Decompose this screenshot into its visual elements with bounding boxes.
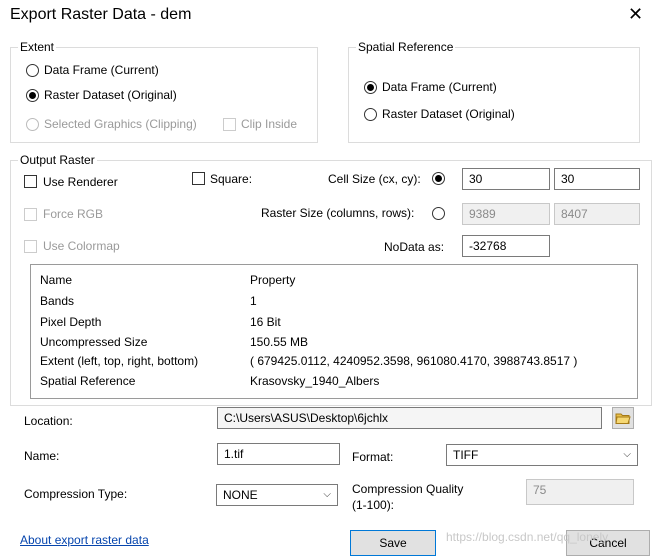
format-label: Format:	[352, 450, 394, 464]
nodata-input[interactable]: -32768	[462, 235, 550, 257]
format-select-value: TIFF	[453, 448, 479, 462]
row-pixel-depth-name: Pixel Depth	[40, 315, 102, 329]
row-bands-value: 1	[250, 294, 257, 308]
spatial-reference-group	[348, 47, 640, 143]
compression-type-value: NONE	[223, 488, 258, 502]
extent-data-frame-label[interactable]: Data Frame (Current)	[44, 63, 159, 77]
sr-raster-dataset-radio[interactable]	[364, 108, 377, 121]
force-rgb-checkbox[interactable]	[24, 208, 37, 221]
raster-size-label: Raster Size (columns, rows):	[261, 206, 415, 220]
sr-raster-dataset-label[interactable]: Raster Dataset (Original)	[382, 107, 515, 121]
square-checkbox[interactable]	[192, 172, 205, 185]
compression-quality-label-line1: Compression Quality	[352, 482, 464, 496]
sr-data-frame-radio[interactable]	[364, 81, 377, 94]
header-name: Name	[40, 273, 73, 287]
open-folder-button[interactable]	[612, 407, 634, 429]
row-bands-name: Bands	[40, 294, 75, 308]
format-select[interactable]: TIFF ⌵	[446, 444, 638, 466]
cell-size-x-input[interactable]: 30	[462, 168, 550, 190]
row-extent-name: Extent (left, top, right, bottom)	[40, 354, 199, 368]
cell-size-y-input[interactable]: 30	[554, 168, 640, 190]
extent-legend: Extent	[18, 40, 57, 54]
compression-type-select[interactable]: NONE ⌵	[216, 484, 338, 506]
extent-raster-dataset-label[interactable]: Raster Dataset (Original)	[44, 88, 177, 102]
watermark: https://blog.csdn.net/qq_lonely	[446, 530, 609, 544]
row-extent-value: ( 679425.0112, 4240952.3598, 961080.4170…	[250, 354, 578, 368]
use-colormap-label: Use Colormap	[43, 239, 120, 253]
chevron-down-icon: ⌵	[323, 489, 331, 500]
sr-data-frame-label[interactable]: Data Frame (Current)	[382, 80, 497, 94]
raster-size-radio[interactable]	[432, 207, 445, 220]
close-icon[interactable]: ✕	[628, 4, 643, 25]
header-property: Property	[250, 273, 296, 287]
name-label: Name:	[24, 449, 60, 463]
extent-raster-dataset-radio[interactable]	[26, 89, 39, 102]
location-label: Location:	[24, 414, 73, 428]
force-rgb-label: Force RGB	[43, 207, 104, 221]
location-input[interactable]: C:\Users\ASUS\Desktop\6jchlx	[217, 407, 602, 429]
row-spatial-reference-name: Spatial Reference	[40, 374, 136, 388]
extent-data-frame-radio[interactable]	[26, 64, 39, 77]
use-colormap-checkbox[interactable]	[24, 240, 37, 253]
name-input[interactable]: 1.tif	[217, 443, 340, 465]
row-uncompressed-size-name: Uncompressed Size	[40, 335, 148, 349]
compression-type-label: Compression Type:	[24, 487, 128, 501]
use-renderer-checkbox[interactable]	[24, 175, 37, 188]
row-pixel-depth-value: 16 Bit	[250, 315, 281, 329]
compression-quality-label-line2: (1-100):	[352, 498, 395, 512]
square-label[interactable]: Square:	[210, 172, 252, 186]
properties-table[interactable]: Name Property Bands 1 Pixel Depth 16 Bit…	[30, 264, 638, 399]
open-folder-icon	[615, 413, 631, 424]
row-uncompressed-size-value: 150.55 MB	[250, 335, 309, 349]
save-button[interactable]: Save	[350, 530, 436, 556]
cell-size-label: Cell Size (cx, cy):	[328, 172, 421, 186]
nodata-label: NoData as:	[384, 240, 445, 254]
extent-selected-graphics-label: Selected Graphics (Clipping)	[44, 117, 197, 131]
about-export-raster-link[interactable]: About export raster data	[20, 533, 149, 547]
extent-selected-graphics-radio[interactable]	[26, 118, 39, 131]
row-spatial-reference-value: Krasovsky_1940_Albers	[250, 374, 380, 388]
raster-rows-input[interactable]: 8407	[554, 203, 640, 225]
compression-quality-input[interactable]: 75	[526, 479, 634, 505]
chevron-down-icon: ⌵	[623, 449, 631, 460]
clip-inside-label: Clip Inside	[241, 117, 298, 131]
use-renderer-label[interactable]: Use Renderer	[43, 175, 118, 189]
raster-columns-input[interactable]: 9389	[462, 203, 550, 225]
spatial-reference-legend: Spatial Reference	[356, 40, 456, 54]
clip-inside-checkbox[interactable]	[223, 118, 236, 131]
cell-size-radio[interactable]	[432, 172, 445, 185]
window-title: Export Raster Data - dem	[10, 6, 192, 23]
output-raster-legend: Output Raster	[18, 153, 97, 167]
